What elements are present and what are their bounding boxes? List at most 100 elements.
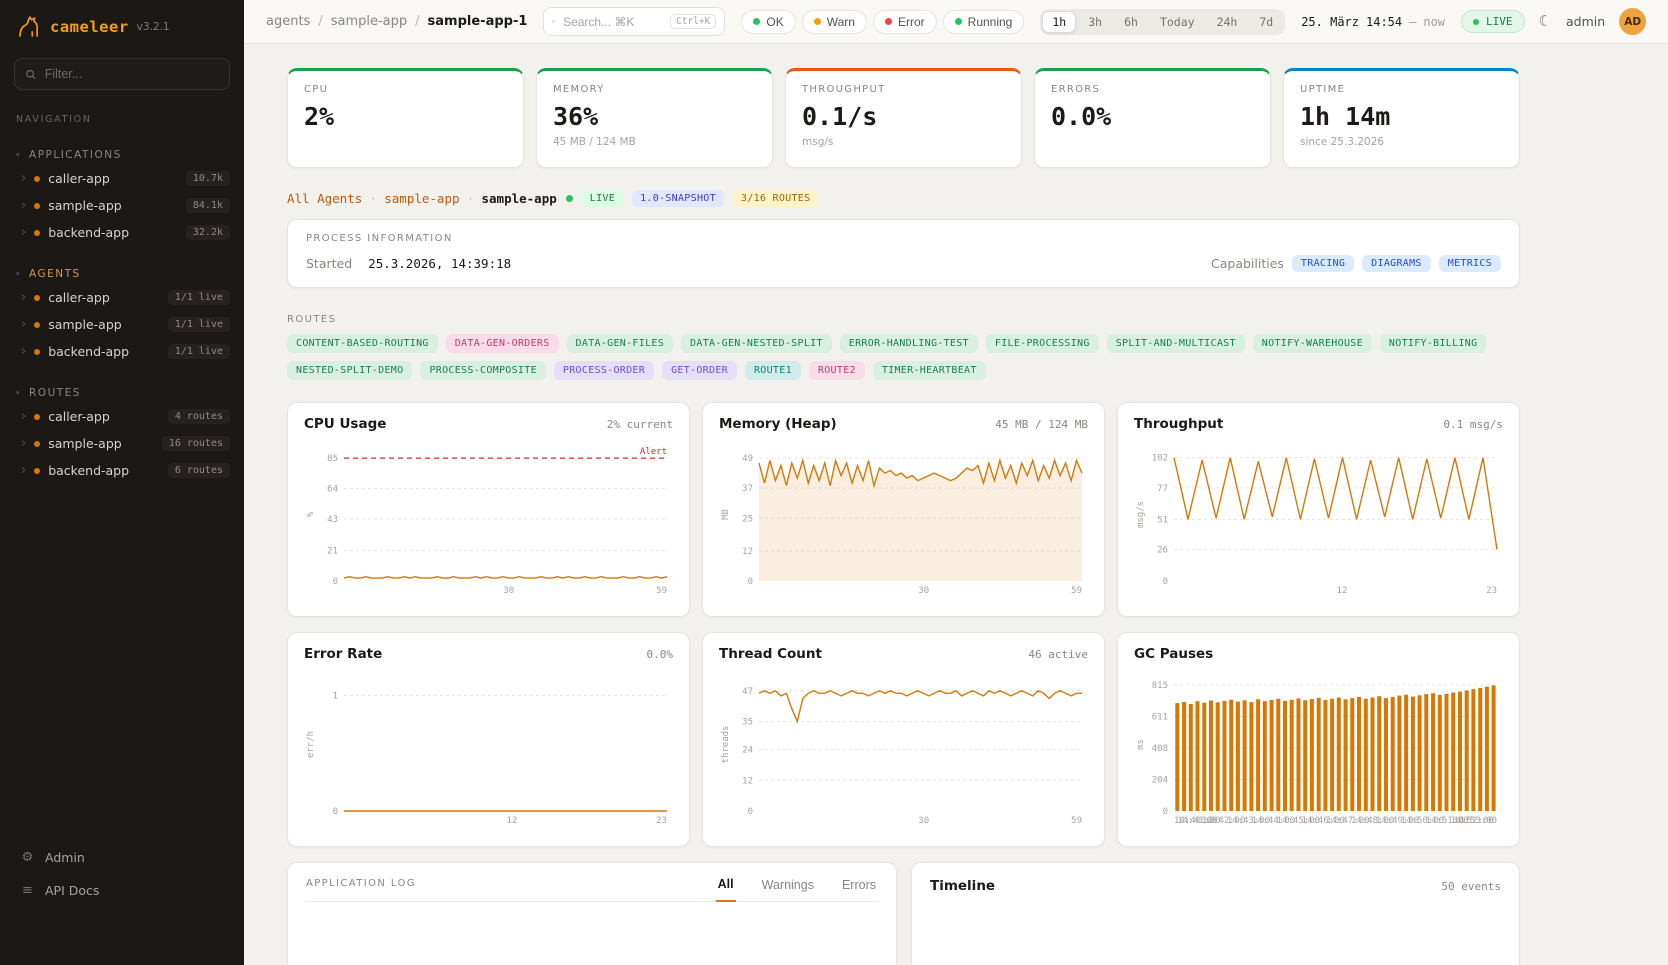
- agent-breadcrumb-link-sample-app[interactable]: sample-app: [384, 191, 459, 206]
- status-filter-warn[interactable]: Warn: [802, 10, 867, 34]
- svg-text:815: 815: [1152, 681, 1168, 691]
- chevron-right-icon: ›: [21, 464, 26, 477]
- capability-badge-tracing: TRACING: [1292, 255, 1354, 272]
- route-chip-data-gen-orders[interactable]: DATA-GEN-ORDERS: [446, 334, 559, 353]
- sidebar-item-sample-app[interactable]: ›sample-app1/1 live: [0, 311, 244, 338]
- sidebar-footer-label: API Docs: [45, 883, 99, 898]
- svg-text:12: 12: [742, 776, 753, 786]
- timeline-events-count: 50 events: [1441, 880, 1501, 893]
- sidebar-filter-input[interactable]: [45, 67, 219, 81]
- sidebar-footer-item-api-docs[interactable]: ≡API Docs: [18, 874, 226, 907]
- breadcrumb-item-sample-app[interactable]: sample-app: [331, 14, 407, 29]
- chart-plot-cpu-usage: 021436485%3059Alert: [304, 436, 675, 596]
- routes-section-title: ROUTES: [287, 314, 1520, 325]
- sidebar-group-label: ROUTES: [29, 387, 81, 399]
- agent-badge-live: LIVE: [582, 190, 623, 207]
- sidebar-item-backend-app[interactable]: ›backend-app32.2k: [0, 219, 244, 246]
- time-range-1h[interactable]: 1h: [1042, 11, 1076, 33]
- route-chip-error-handling-test[interactable]: ERROR-HANDLING-TEST: [840, 334, 978, 353]
- sidebar-filter[interactable]: [14, 58, 230, 90]
- search-icon: [552, 15, 556, 28]
- svg-text:1: 1: [333, 691, 338, 701]
- route-chip-data-gen-nested-split[interactable]: DATA-GEN-NESTED-SPLIT: [681, 334, 832, 353]
- sidebar-group-header-routes[interactable]: ▾ROUTES: [0, 383, 244, 403]
- svg-text:30: 30: [503, 586, 514, 596]
- time-range-24h[interactable]: 24h: [1207, 11, 1248, 33]
- log-tab-all[interactable]: All: [716, 877, 736, 902]
- sidebar-item-sample-app[interactable]: ›sample-app84.1k: [0, 192, 244, 219]
- svg-text:14:53:00: 14:53:00: [1454, 816, 1497, 826]
- route-chip-split-and-multicast[interactable]: SPLIT-AND-MULTICAST: [1107, 334, 1245, 353]
- process-information-card: PROCESS INFORMATION Started 25.3.2026, 1…: [287, 219, 1520, 288]
- chart-current-value: 46 active: [1028, 648, 1088, 661]
- stat-card-label: MEMORY: [553, 84, 756, 95]
- sidebar-item-caller-app[interactable]: ›caller-app4 routes: [0, 403, 244, 430]
- route-chip-notify-warehouse[interactable]: NOTIFY-WAREHOUSE: [1253, 334, 1372, 353]
- sidebar-item-badge: 16 routes: [162, 436, 230, 451]
- global-search[interactable]: Ctrl+K: [543, 7, 725, 36]
- status-filter-running[interactable]: Running: [943, 10, 1025, 34]
- stat-card-throughput: THROUGHPUT0.1/smsg/s: [785, 68, 1022, 168]
- route-chip-nested-split-demo[interactable]: NESTED-SPLIT-DEMO: [287, 361, 412, 380]
- date-range-display[interactable]: 25. März 14:54 — now: [1301, 15, 1445, 29]
- status-filter-label: Error: [898, 15, 925, 29]
- stat-card-errors: ERRORS0.0%: [1034, 68, 1271, 168]
- route-chip-data-gen-files[interactable]: DATA-GEN-FILES: [567, 334, 674, 353]
- sidebar-item-caller-app[interactable]: ›caller-app1/1 live: [0, 284, 244, 311]
- agent-breadcrumb-link-all-agents[interactable]: All Agents: [287, 191, 362, 206]
- route-chip-file-processing[interactable]: FILE-PROCESSING: [986, 334, 1099, 353]
- log-tab-warnings[interactable]: Warnings: [760, 877, 816, 901]
- camel-logo-icon: [16, 14, 42, 40]
- route-chip-content-based-routing[interactable]: CONTENT-BASED-ROUTING: [287, 334, 438, 353]
- sidebar-item-backend-app[interactable]: ›backend-app1/1 live: [0, 338, 244, 365]
- sidebar-footer-item-admin[interactable]: ⚙Admin: [18, 841, 226, 874]
- sidebar-group-header-agents[interactable]: ▾AGENTS: [0, 264, 244, 284]
- chart-header: Memory (Heap)45 MB / 124 MB: [719, 416, 1088, 432]
- breadcrumb-item-sample-app-1[interactable]: sample-app-1: [428, 14, 528, 29]
- stat-card-subtext: msg/s: [802, 136, 1005, 148]
- svg-text:43: 43: [327, 515, 338, 525]
- application-log-header: APPLICATION LOG AllWarningsErrors: [306, 877, 878, 902]
- route-chip-route2[interactable]: ROUTE2: [809, 361, 865, 380]
- svg-text:102: 102: [1152, 454, 1168, 464]
- stat-card-row: CPU2%MEMORY36%45 MB / 124 MBTHROUGHPUT0.…: [287, 68, 1520, 168]
- log-tab-errors[interactable]: Errors: [840, 877, 878, 901]
- user-name-label: admin: [1566, 14, 1605, 29]
- time-range-6h[interactable]: 6h: [1114, 11, 1148, 33]
- svg-text:204: 204: [1152, 775, 1168, 785]
- svg-text:59: 59: [656, 586, 667, 596]
- sidebar-item-label: caller-app: [48, 171, 178, 186]
- search-input[interactable]: [563, 15, 663, 29]
- capability-badge-metrics: METRICS: [1439, 255, 1501, 272]
- chart-plot-memory-heap: 012253749MB3059: [719, 436, 1090, 596]
- avatar[interactable]: AD: [1619, 8, 1646, 35]
- time-range-3h[interactable]: 3h: [1078, 11, 1112, 33]
- svg-text:0: 0: [1163, 807, 1168, 817]
- route-chip-route1[interactable]: ROUTE1: [745, 361, 801, 380]
- status-filter-ok[interactable]: OK: [741, 10, 795, 34]
- time-range-7d[interactable]: 7d: [1249, 11, 1283, 33]
- sidebar-item-sample-app[interactable]: ›sample-app16 routes: [0, 430, 244, 457]
- status-filter-error[interactable]: Error: [873, 10, 937, 34]
- dark-mode-toggle[interactable]: ☾: [1539, 14, 1552, 29]
- moon-icon: ☾: [1539, 13, 1552, 30]
- sidebar-group-label: AGENTS: [29, 268, 81, 280]
- capabilities-group: Capabilities TRACINGDIAGRAMSMETRICS: [1211, 255, 1501, 272]
- sidebar-item-label: caller-app: [48, 409, 160, 424]
- sidebar-group-header-applications[interactable]: ▾APPLICATIONS: [0, 145, 244, 165]
- app-logo[interactable]: cameleer v3.2.1: [0, 0, 244, 48]
- route-chip-process-composite[interactable]: PROCESS-COMPOSITE: [420, 361, 545, 380]
- time-range-today[interactable]: Today: [1150, 11, 1205, 33]
- route-chip-process-order[interactable]: PROCESS-ORDER: [554, 361, 654, 380]
- process-info-title: PROCESS INFORMATION: [306, 233, 1501, 244]
- breadcrumb-item-agents[interactable]: agents: [266, 14, 310, 29]
- sidebar-item-backend-app[interactable]: ›backend-app6 routes: [0, 457, 244, 484]
- timeline-card: Timeline 50 events: [911, 862, 1520, 965]
- route-chip-timer-heartbeat[interactable]: TIMER-HEARTBEAT: [873, 361, 986, 380]
- stat-card-uptime: UPTIME1h 14msince 25.3.2026: [1283, 68, 1520, 168]
- sidebar-item-caller-app[interactable]: ›caller-app10.7k: [0, 165, 244, 192]
- live-toggle[interactable]: LIVE: [1461, 10, 1525, 33]
- route-chip-get-order[interactable]: GET-ORDER: [662, 361, 737, 380]
- status-dot: [753, 18, 760, 25]
- route-chip-notify-billing[interactable]: NOTIFY-BILLING: [1380, 334, 1487, 353]
